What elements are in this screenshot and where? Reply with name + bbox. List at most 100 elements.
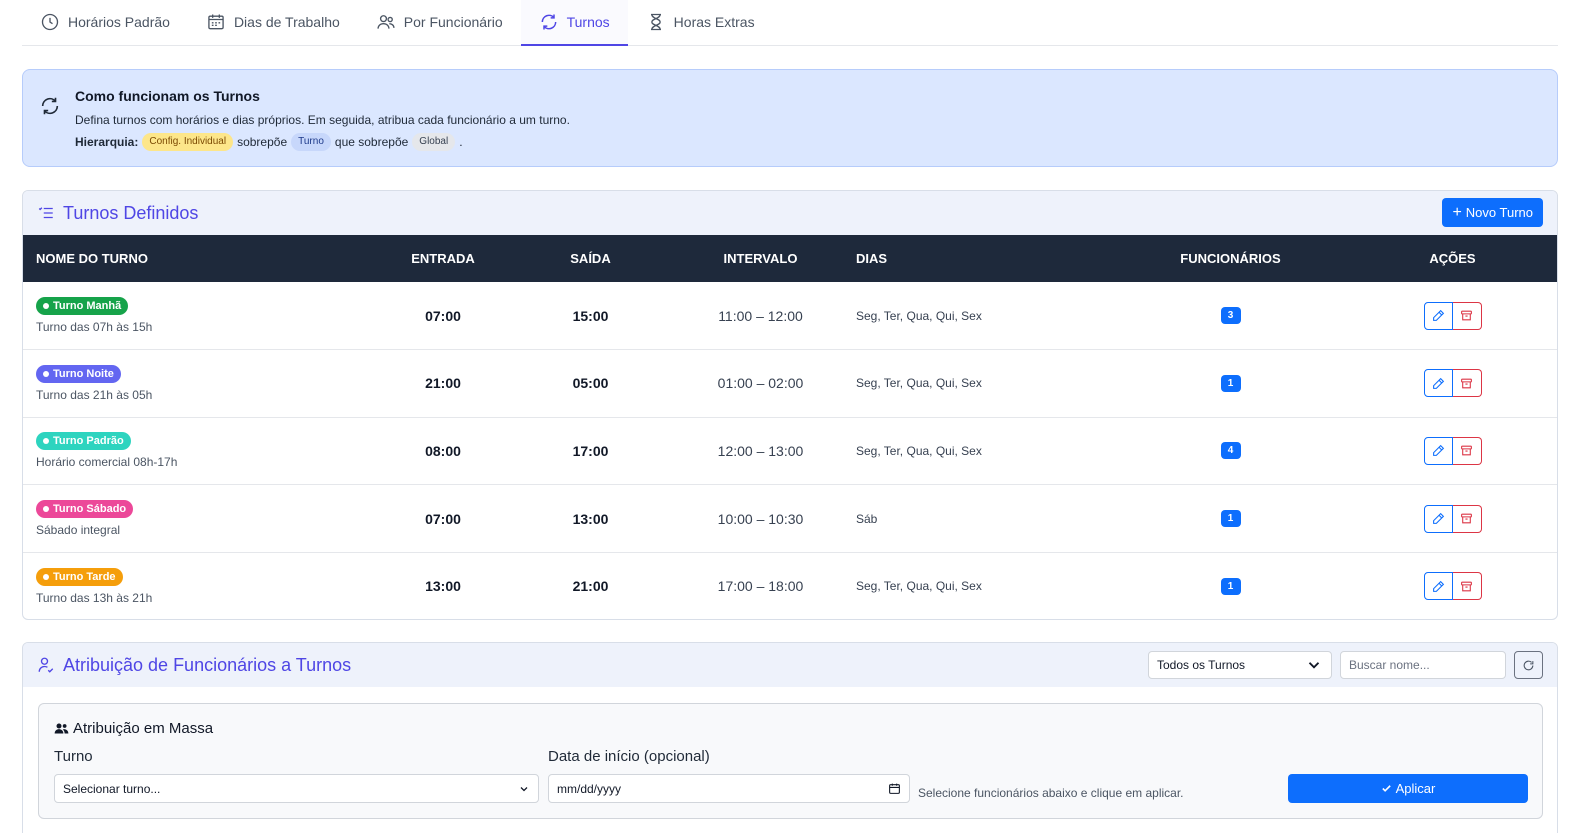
dot-icon [43, 573, 49, 580]
new-shift-button[interactable]: + Novo Turno [1442, 198, 1543, 227]
shift-badge: Turno Manhã [36, 297, 129, 316]
overrides-text: que sobrepõe [334, 135, 409, 149]
clock-icon [41, 13, 59, 31]
edit-button[interactable] [1423, 504, 1453, 533]
archive-icon [1461, 581, 1472, 592]
apply-button[interactable]: Aplicar [1288, 774, 1528, 803]
archive-button[interactable] [1452, 504, 1482, 533]
tab-label: Por Funcionário [403, 14, 503, 30]
edit-button[interactable] [1423, 572, 1453, 601]
shift-name-cell: Turno Manhã Turno das 07h às 15h [23, 282, 383, 350]
mass-assignment-hint: Selecione funcionários abaixo e clique e… [918, 786, 1184, 800]
users-icon [377, 15, 395, 29]
shift-description: Sábado integral [36, 523, 121, 538]
shifts-card-title: Turnos Definidos [63, 202, 199, 223]
shift-days: Seg, Ter, Qua, Qui, Sex [856, 308, 982, 323]
employee-count-badge: 1 [1220, 577, 1241, 595]
table-row: Turno Padrão Horário comercial 08h-17h 08:… [23, 417, 1557, 485]
shift-name: Turno Padrão [53, 435, 124, 448]
employee-count-badge: 4 [1220, 442, 1241, 460]
archive-button[interactable] [1452, 301, 1482, 330]
employee-count-badge: 1 [1220, 374, 1241, 392]
archive-button[interactable] [1452, 369, 1482, 398]
table-row: Turno Sábado Sábado integral 07:00 13:00 10:… [23, 485, 1557, 553]
mass-assignment-panel: Atribuição em Massa Turno Data de início… [38, 703, 1543, 819]
refresh-button[interactable] [1514, 651, 1543, 679]
info-title: Como funcionam os Turnos [75, 88, 260, 104]
tab-label: Dias de Trabalho [233, 14, 340, 30]
assignment-card-title: Atribuição de Funcionários a Turnos [63, 654, 352, 675]
shift-select-value: Selecionar turno... [63, 781, 161, 796]
shift-name-cell: Turno Tarde Turno das 13h às 21h [23, 552, 383, 619]
shifts-table: NOME DO TURNO ENTRADA SAÍDA INTERVALO DI… [23, 235, 1557, 619]
shift-employee-count-cell: 4 [1113, 417, 1348, 485]
shift-interval: 17:00 – 18:00 [717, 578, 804, 595]
shifts-card: Turnos Definidos + Novo Turno NOME DO TU… [22, 190, 1558, 620]
edit-button[interactable] [1423, 301, 1453, 330]
chip-turno: Turno [291, 133, 331, 151]
chevron-down-icon [1308, 662, 1320, 669]
assignment-card: Atribuição de Funcionários a Turnos Todo… [22, 642, 1558, 833]
edit-button[interactable] [1423, 369, 1453, 398]
shift-interval: 01:00 – 02:00 [717, 375, 804, 392]
shift-employee-count-cell: 1 [1113, 485, 1348, 553]
archive-button[interactable] [1452, 572, 1482, 601]
hierarchy-label: Hierarquia: [75, 135, 139, 149]
archive-icon [1461, 378, 1472, 389]
shift-name-cell: Turno Sábado Sábado integral [23, 485, 383, 553]
shift-select[interactable]: Selecionar turno... [54, 774, 539, 803]
rotate-icon [541, 14, 557, 30]
table-row: Turno Manhã Turno das 07h às 15h 07:00 15:0… [23, 282, 1557, 350]
shift-in: 13:00 [425, 578, 461, 595]
row-actions [1423, 369, 1482, 398]
mass-title-text: Atribuição em Massa [73, 720, 214, 737]
shift-actions-cell [1348, 552, 1557, 619]
plus-icon: + [1452, 203, 1462, 221]
archive-button[interactable] [1452, 436, 1482, 465]
shift-description: Horário comercial 08h-17h [36, 455, 178, 470]
table-header-row: NOME DO TURNO ENTRADA SAÍDA INTERVALO DI… [23, 235, 1557, 282]
row-actions [1423, 504, 1482, 533]
shift-interval: 12:00 – 13:00 [717, 442, 804, 459]
start-date-input[interactable]: mm/dd/yyyy [548, 774, 910, 803]
calendar-icon[interactable] [888, 782, 901, 795]
pencil-icon [1432, 445, 1444, 457]
mass-assignment-title: Atribuição em Massa [54, 720, 213, 737]
start-date-value: mm/dd/yyyy [557, 781, 622, 796]
pencil-icon [1432, 309, 1444, 321]
tab-por-funcionario[interactable]: Por Funcionário [358, 0, 521, 44]
shift-description: Turno das 21h às 05h [36, 387, 153, 402]
tab-horarios-padrao[interactable]: Horários Padrão [22, 0, 188, 44]
tab-turnos[interactable]: Turnos [520, 0, 628, 46]
shift-filter-select[interactable]: Todos os Turnos [1148, 651, 1332, 679]
overrides-text: sobrepõe [237, 135, 288, 149]
shift-filter-value: Todos os Turnos [1157, 658, 1246, 672]
col-actions: AÇÕES [1429, 251, 1476, 266]
row-actions [1423, 436, 1482, 465]
shift-badge: Turno Padrão [36, 432, 131, 451]
tab-dias-de-trabalho[interactable]: Dias de Trabalho [188, 0, 358, 44]
shift-interval: 11:00 – 12:00 [718, 307, 803, 324]
col-name: NOME DO TURNO [36, 251, 148, 266]
col-interval: INTERVALO [723, 251, 798, 266]
period-text: . [459, 135, 463, 149]
shift-actions-cell [1348, 350, 1557, 418]
col-days: DIAS [856, 251, 888, 266]
chip-config-individual: Config. Individual [142, 133, 234, 151]
tab-horas-extras[interactable]: Horas Extras [628, 0, 773, 44]
employee-count-badge: 3 [1220, 307, 1241, 325]
tab-label: Turnos [566, 14, 610, 30]
shift-employee-count-cell: 1 [1113, 552, 1348, 619]
tab-bar: Horários Padrão Dias de Trabalho Por Fun… [22, 0, 1558, 46]
edit-button[interactable] [1423, 436, 1453, 465]
shift-name: Turno Manhã [53, 300, 122, 313]
tab-label: Horas Extras [673, 14, 755, 30]
shift-out: 13:00 [572, 510, 609, 527]
shift-out: 21:00 [572, 578, 609, 595]
search-name-input[interactable]: Buscar nome... [1340, 651, 1506, 679]
shift-in: 07:00 [425, 307, 461, 324]
pencil-icon [1432, 512, 1444, 524]
user-check-icon [38, 657, 54, 673]
shift-interval: 10:00 – 10:30 [717, 510, 804, 527]
shift-days: Sáb [856, 511, 878, 526]
